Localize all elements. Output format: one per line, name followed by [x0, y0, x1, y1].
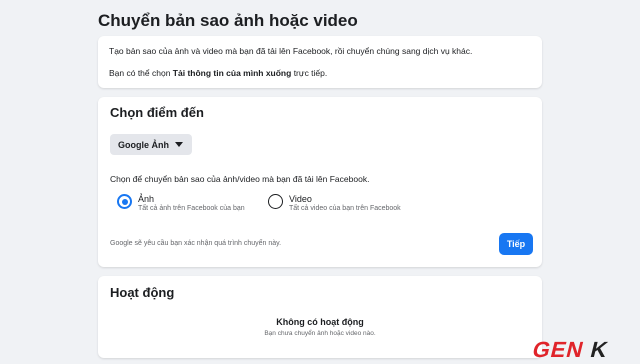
intro-download-hint: Bạn có thể chọn Tải thông tin của mình x…	[109, 68, 327, 78]
svg-text:GEN: GEN	[530, 338, 587, 360]
intro-description: Tạo bản sao của ảnh và video mà bạn đã t…	[109, 46, 473, 56]
activity-title: Hoạt động	[110, 285, 175, 300]
destination-dropdown[interactable]: Google Ảnh	[110, 134, 192, 155]
radio-option-videos[interactable]: Video Tất cả video của bạn trên Facebook	[268, 194, 438, 218]
radio-description-videos: Tất cả video của bạn trên Facebook	[289, 205, 401, 212]
choose-instruction: Chọn để chuyển bản sao của ảnh/video mà …	[110, 174, 370, 184]
verification-note: Google sẽ yêu cầu bạn xác nhận quá trình…	[110, 240, 282, 247]
radio-button-photos[interactable]	[117, 194, 132, 209]
radio-label-photos: Ảnh	[138, 194, 155, 204]
radio-option-photos[interactable]: Ảnh Tất cả ảnh trên Facebook của bạn	[117, 194, 277, 218]
next-button[interactable]: Tiếp	[499, 233, 533, 255]
empty-state-subtitle: Bạn chưa chuyển ảnh hoặc video nào.	[264, 330, 376, 337]
genk-logo-watermark: GEN K	[530, 338, 611, 360]
radio-label-videos: Video	[289, 194, 312, 204]
caret-down-icon	[175, 142, 183, 147]
radio-button-videos[interactable]	[268, 194, 283, 209]
destination-title: Chọn điểm đến	[110, 105, 204, 120]
svg-text:K: K	[588, 338, 611, 360]
destination-dropdown-label: Google Ảnh	[118, 139, 169, 150]
download-hint-suffix: trực tiếp.	[291, 68, 328, 78]
activity-card: Hoạt động Không có hoạt động Bạn chưa ch…	[98, 276, 542, 358]
download-info-link[interactable]: Tải thông tin của mình xuống	[173, 68, 292, 78]
empty-state-title: Không có hoạt động	[276, 317, 364, 327]
page-title: Chuyển bản sao ảnh hoặc video	[98, 11, 358, 30]
download-hint-prefix: Bạn có thể chọn	[109, 68, 173, 78]
destination-card: Chọn điểm đến Google Ảnh Chọn để chuyển …	[98, 97, 542, 267]
radio-description-photos: Tất cả ảnh trên Facebook của bạn	[138, 205, 245, 212]
intro-card: Tạo bản sao của ảnh và video mà bạn đã t…	[98, 36, 542, 88]
